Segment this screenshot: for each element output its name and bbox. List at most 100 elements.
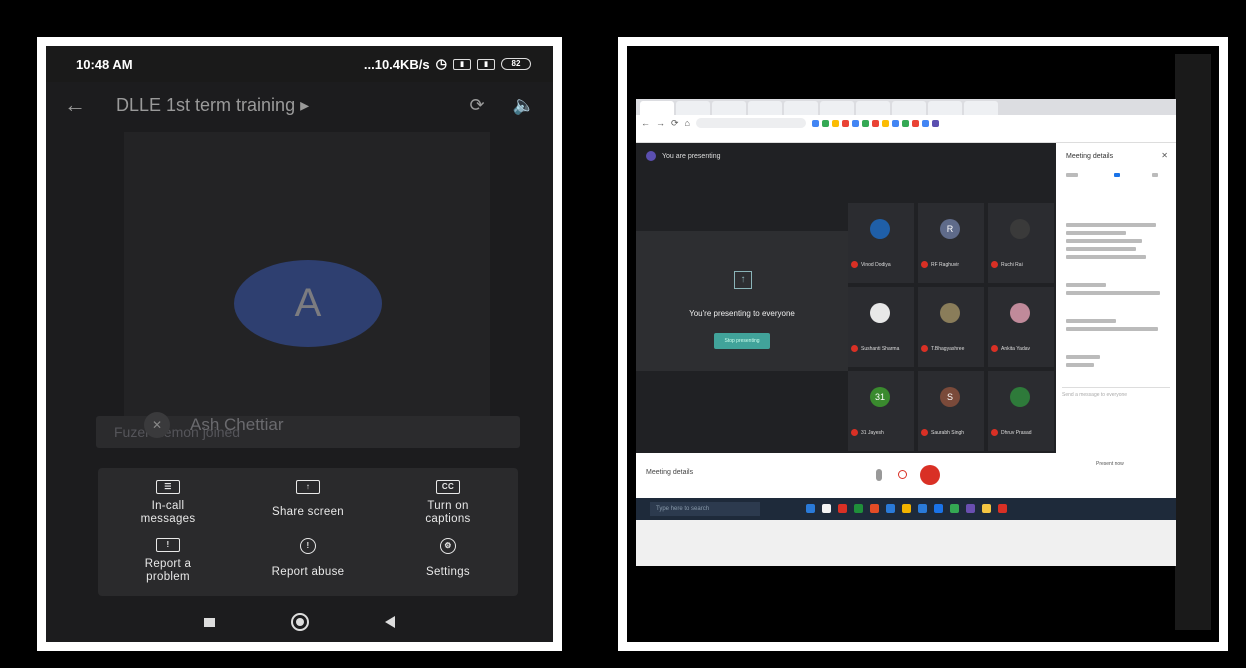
switch-camera-icon[interactable]: ⟳ bbox=[469, 95, 484, 116]
app-icon[interactable] bbox=[886, 504, 895, 513]
browser-tab[interactable] bbox=[856, 101, 890, 115]
chrome-icon[interactable] bbox=[902, 504, 911, 513]
camera-icon[interactable] bbox=[898, 470, 907, 479]
chat-line bbox=[1066, 255, 1146, 259]
presenting-banner-text: You are presenting bbox=[662, 152, 721, 160]
recents-icon[interactable] bbox=[204, 617, 215, 627]
app-icon[interactable] bbox=[950, 504, 959, 513]
microphone-icon[interactable] bbox=[876, 469, 882, 481]
participant-tile[interactable]: 31 31 Jayesh bbox=[848, 371, 914, 451]
chat-tab-icon[interactable] bbox=[1114, 173, 1120, 177]
stop-presenting-button[interactable]: Stop presenting bbox=[714, 333, 770, 349]
app-icon[interactable] bbox=[870, 504, 879, 513]
edge-icon[interactable] bbox=[806, 504, 815, 513]
muted-mic-icon bbox=[851, 345, 858, 352]
extension-icon[interactable] bbox=[831, 119, 839, 127]
extension-icon[interactable] bbox=[861, 119, 869, 127]
browser-tab[interactable] bbox=[928, 101, 962, 115]
share-screen-button[interactable]: ↑ Share screen bbox=[248, 480, 368, 519]
people-tab-icon[interactable] bbox=[1066, 173, 1078, 177]
report-problem-button[interactable]: ! Report a problem bbox=[108, 538, 228, 584]
participant-tile[interactable]: Ankita Yadav bbox=[988, 287, 1054, 367]
extension-icons bbox=[811, 119, 939, 127]
app-icon[interactable] bbox=[934, 504, 943, 513]
option-label: Report a problem bbox=[144, 558, 192, 583]
participant-tile[interactable]: Vinod Dodiya bbox=[848, 203, 914, 283]
tab-strip bbox=[636, 99, 1176, 115]
participant-tile[interactable]: Dhruv Prasad bbox=[988, 371, 1054, 451]
back-icon[interactable] bbox=[385, 616, 395, 628]
desktop-screenshot-frame: ← → ⟳ ⌂ You are presenting ↑ You're pres… bbox=[618, 37, 1228, 651]
extension-icon[interactable] bbox=[881, 119, 889, 127]
taskbar-search[interactable]: Type here to search bbox=[650, 502, 760, 516]
extension-icon[interactable] bbox=[921, 119, 929, 127]
desktop-screen: ← → ⟳ ⌂ You are presenting ↑ You're pres… bbox=[627, 46, 1219, 642]
extension-icon[interactable] bbox=[891, 119, 899, 127]
report-problem-icon: ! bbox=[156, 538, 180, 552]
participant-avatar bbox=[1010, 387, 1030, 407]
browser-tab[interactable] bbox=[784, 101, 818, 115]
browser-tab[interactable] bbox=[640, 101, 674, 115]
participant-tile[interactable]: Sushanti Sharma bbox=[848, 287, 914, 367]
forward-icon[interactable]: → bbox=[656, 118, 665, 128]
turn-on-captions-button[interactable]: CC Turn on captions bbox=[388, 480, 508, 526]
app-icon[interactable] bbox=[966, 504, 975, 513]
windows-taskbar: Type here to search bbox=[636, 498, 1176, 520]
settings-button[interactable]: ⚙ Settings bbox=[388, 538, 508, 579]
file-explorer-icon[interactable] bbox=[822, 504, 831, 513]
participant-tile[interactable]: Ruchi Rai bbox=[988, 203, 1054, 283]
address-bar[interactable] bbox=[695, 118, 806, 128]
close-icon[interactable]: ✕ bbox=[1161, 151, 1168, 160]
app-icon[interactable] bbox=[918, 504, 927, 513]
participant-name: Saurabh Singh bbox=[931, 429, 965, 436]
home-icon[interactable] bbox=[291, 613, 309, 631]
home-icon[interactable]: ⌂ bbox=[685, 118, 690, 128]
reload-icon[interactable]: ⟳ bbox=[671, 118, 679, 129]
present-now-button[interactable]: Present now bbox=[1096, 461, 1156, 491]
extension-icon[interactable] bbox=[911, 119, 919, 127]
extension-icon[interactable] bbox=[871, 119, 879, 127]
participant-name-label: T.Bhagyashree bbox=[921, 345, 983, 352]
status-icons: ...10.4KB/s ◷ ▮ ▮ 82 bbox=[364, 56, 531, 72]
browser-tab[interactable] bbox=[712, 101, 746, 115]
activities-tab-icon[interactable] bbox=[1152, 173, 1158, 177]
participant-avatar bbox=[940, 303, 960, 323]
option-label: Report abuse bbox=[271, 566, 345, 578]
extension-icon[interactable] bbox=[841, 119, 849, 127]
folder-icon[interactable] bbox=[982, 504, 991, 513]
participant-name: Sushanti Sharma bbox=[861, 345, 900, 352]
mic-off-icon: ✕ bbox=[144, 412, 170, 438]
extension-icon[interactable] bbox=[901, 119, 909, 127]
back-arrow-icon[interactable]: ← bbox=[64, 92, 104, 118]
browser-tab[interactable] bbox=[892, 101, 926, 115]
chat-message-input[interactable]: Send a message to everyone bbox=[1062, 387, 1170, 401]
speaker-icon[interactable]: 🔈 bbox=[513, 95, 535, 116]
participant-name: 31 Jayesh bbox=[861, 429, 884, 436]
app-icon[interactable] bbox=[838, 504, 847, 513]
muted-mic-icon bbox=[991, 261, 998, 268]
app-icon[interactable] bbox=[854, 504, 863, 513]
report-abuse-icon: ! bbox=[300, 538, 316, 554]
extension-icon[interactable] bbox=[931, 119, 939, 127]
browser-tab[interactable] bbox=[676, 101, 710, 115]
meeting-title[interactable]: DLLE 1st term training ▸ bbox=[104, 95, 469, 116]
app-icon[interactable] bbox=[998, 504, 1007, 513]
end-call-button[interactable] bbox=[920, 465, 940, 485]
participant-tile[interactable]: T.Bhagyashree bbox=[918, 287, 984, 367]
participant-tile[interactable]: S Saurabh Singh bbox=[918, 371, 984, 451]
meeting-title-text: DLLE 1st term training bbox=[116, 94, 296, 115]
extension-icon[interactable] bbox=[851, 119, 859, 127]
report-abuse-button[interactable]: ! Report abuse bbox=[248, 538, 368, 579]
participant-name: Ruchi Rai bbox=[1001, 261, 1023, 268]
play-icon: ▸ bbox=[300, 94, 310, 115]
browser-tab[interactable] bbox=[748, 101, 782, 115]
in-call-messages-button[interactable]: ☰ In-call messages bbox=[108, 480, 228, 526]
presentation-tile: ↑ You're presenting to everyone Stop pre… bbox=[636, 231, 848, 371]
extension-icon[interactable] bbox=[821, 119, 829, 127]
browser-tab[interactable] bbox=[964, 101, 998, 115]
back-icon[interactable]: ← bbox=[641, 118, 650, 128]
browser-tab[interactable] bbox=[820, 101, 854, 115]
meeting-details-toggle[interactable]: Meeting details bbox=[646, 469, 693, 476]
participant-tile[interactable]: R RF Raghuvir bbox=[918, 203, 984, 283]
extension-icon[interactable] bbox=[811, 119, 819, 127]
